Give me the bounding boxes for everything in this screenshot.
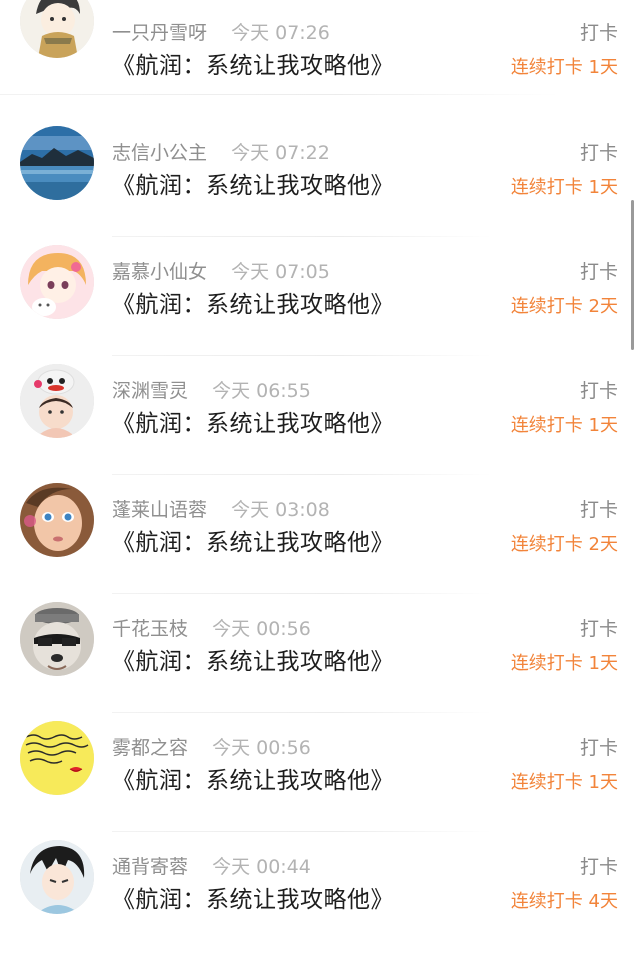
user-name[interactable]: 嘉慕小仙女 [112,261,207,283]
avatar[interactable] [20,840,94,914]
book-title[interactable]: 《航润：系统让我攻略他》 [112,527,394,559]
timestamp: 今天 00:56 [212,737,311,759]
user-name[interactable]: 深渊雪灵 [112,380,188,402]
scrollbar[interactable] [631,200,634,350]
streak-label: 连续打卡 1天 [510,653,618,674]
list-item[interactable]: 通背寄蓉 今天 00:44 《航润：系统让我攻略他》 打卡 连续打卡 4天 [0,840,640,973]
divider [112,355,492,356]
meta-line: 嘉慕小仙女 今天 07:05 [112,257,330,287]
meta-line: 千花玉枝 今天 00:56 [112,614,311,644]
timestamp: 今天 06:55 [212,380,311,402]
child-with-hat-avatar-icon [20,364,94,438]
divider [112,474,492,475]
list-item[interactable]: 深渊雪灵 今天 06:55 《航润：系统让我攻略他》 打卡 连续打卡 1天 [0,364,640,497]
checkin-label: 打卡 [579,618,618,640]
divider [112,593,492,594]
streak-label: 连续打卡 2天 [510,534,618,555]
user-name[interactable]: 蓬莱山语蓉 [112,499,207,521]
anime-girl-avatar-icon [20,245,94,319]
timestamp: 今天 00:44 [212,856,311,878]
timestamp: 今天 00:56 [212,618,311,640]
divider [112,712,492,713]
divider [0,94,560,95]
list-item[interactable]: 嘉慕小仙女 今天 07:05 《航润：系统让我攻略他》 打卡 连续打卡 2天 [0,245,640,378]
meta-line: 蓬莱山语蓉 今天 03:08 [112,495,330,525]
user-name[interactable]: 志信小公主 [112,142,207,164]
streak-label: 连续打卡 1天 [510,415,618,436]
list-item[interactable]: 志信小公主 今天 07:22 《航润：系统让我攻略他》 打卡 连续打卡 1天 [0,126,640,259]
checkin-label: 打卡 [579,737,618,759]
handwriting-note-avatar-icon [20,721,94,795]
checkin-label: 打卡 [579,499,618,521]
avatar[interactable] [20,602,94,676]
streak-label: 连续打卡 1天 [510,772,618,793]
timestamp: 今天 03:08 [231,499,330,521]
lake-landscape-avatar-icon [20,126,94,200]
avatar[interactable] [20,245,94,319]
user-name[interactable]: 一只丹雪呀 [112,22,207,44]
avatar[interactable] [20,721,94,795]
book-title[interactable]: 《航润：系统让我攻略他》 [112,408,394,440]
book-title[interactable]: 《航润：系统让我攻略他》 [112,646,394,678]
list-item[interactable]: 雾都之容 今天 00:56 《航润：系统让我攻略他》 打卡 连续打卡 1天 [0,721,640,854]
list-item[interactable]: 千花玉枝 今天 00:56 《航润：系统让我攻略他》 打卡 连续打卡 1天 [0,602,640,735]
dog-with-glasses-avatar-icon [20,602,94,676]
checkin-label: 打卡 [579,380,618,402]
list-item[interactable]: 蓬莱山语蓉 今天 03:08 《航润：系统让我攻略他》 打卡 连续打卡 2天 [0,483,640,616]
meta-line: 通背寄蓉 今天 00:44 [112,852,311,882]
divider [112,831,492,832]
divider [112,236,492,237]
streak-label: 连续打卡 1天 [510,57,618,78]
book-title[interactable]: 《航润：系统让我攻略他》 [112,884,394,916]
timestamp: 今天 07:22 [231,142,330,164]
streak-label: 连续打卡 2天 [510,296,618,317]
streak-label: 连续打卡 1天 [510,177,618,198]
book-title[interactable]: 《航润：系统让我攻略他》 [112,170,394,202]
avatar[interactable] [20,483,94,557]
timestamp: 今天 07:05 [231,261,330,283]
checkin-label: 打卡 [579,22,618,44]
user-name[interactable]: 千花玉枝 [112,618,188,640]
avatar[interactable] [20,0,94,58]
streak-label: 连续打卡 4天 [510,891,618,912]
book-title[interactable]: 《航润：系统让我攻略他》 [112,289,394,321]
cartoon-boy-avatar-icon [20,0,94,58]
book-title[interactable]: 《航润：系统让我攻略他》 [112,765,394,797]
user-name[interactable]: 通背寄蓉 [112,856,188,878]
checkin-label: 打卡 [579,856,618,878]
book-title[interactable]: 《航润：系统让我攻略他》 [112,50,394,82]
anime-boy-avatar-icon [20,840,94,914]
list-item[interactable]: 一只丹雪呀 今天 07:26 《航润：系统让我攻略他》 打卡 连续打卡 1天 [0,0,640,139]
meta-line: 志信小公主 今天 07:22 [112,138,330,168]
checkin-label: 打卡 [579,142,618,164]
meta-line: 一只丹雪呀 今天 07:26 [112,18,330,48]
avatar[interactable] [20,126,94,200]
avatar[interactable] [20,364,94,438]
checkin-label: 打卡 [579,261,618,283]
user-name[interactable]: 雾都之容 [112,737,188,759]
meta-line: 深渊雪灵 今天 06:55 [112,376,311,406]
doll-face-avatar-icon [20,483,94,557]
meta-line: 雾都之容 今天 00:56 [112,733,311,763]
timestamp: 今天 07:26 [231,22,330,44]
